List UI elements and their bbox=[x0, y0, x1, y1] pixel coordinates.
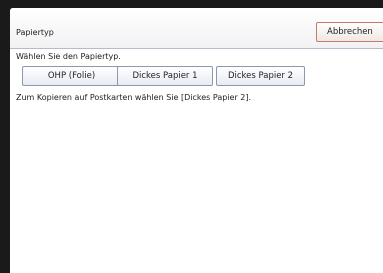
thick-paper-1-button[interactable]: Dickes Papier 1 bbox=[117, 66, 213, 86]
panel-screen: Papiertyp Abbrechen Wählen Sie den Papie… bbox=[10, 8, 383, 273]
cancel-button[interactable]: Abbrechen bbox=[316, 22, 383, 42]
postcard-note: Zum Kopieren auf Postkarten wählen Sie [… bbox=[16, 93, 252, 102]
page-title: Papiertyp bbox=[16, 28, 54, 37]
instruction-text: Wählen Sie den Papiertyp. bbox=[16, 52, 121, 61]
ohp-transparency-button[interactable]: OHP (Folie) bbox=[22, 66, 121, 86]
thick-paper-2-button[interactable]: Dickes Papier 2 bbox=[216, 66, 305, 86]
